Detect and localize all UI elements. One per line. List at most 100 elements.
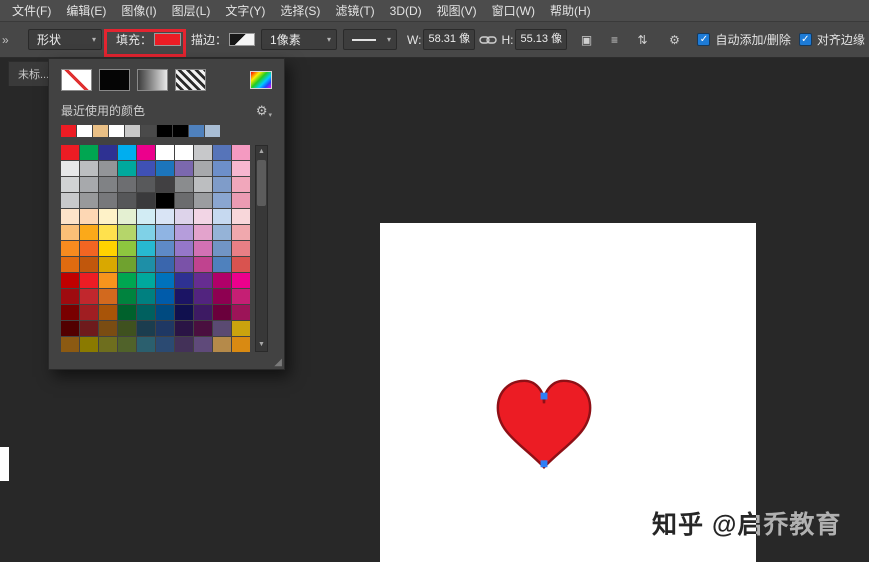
- color-swatch[interactable]: [99, 257, 117, 272]
- no-color-swatch[interactable]: [61, 69, 92, 91]
- color-swatch[interactable]: [99, 241, 117, 256]
- color-swatch[interactable]: [194, 177, 212, 192]
- color-swatch[interactable]: [61, 273, 79, 288]
- color-swatch[interactable]: [118, 225, 136, 240]
- solid-color-swatch[interactable]: [99, 69, 130, 91]
- recent-color-swatch[interactable]: [173, 125, 188, 137]
- color-swatch[interactable]: [232, 145, 250, 160]
- color-swatch[interactable]: [213, 225, 231, 240]
- color-swatch[interactable]: [99, 161, 117, 176]
- color-swatch[interactable]: [61, 209, 79, 224]
- color-swatch[interactable]: [61, 289, 79, 304]
- color-swatch[interactable]: [61, 305, 79, 320]
- color-swatch[interactable]: [232, 257, 250, 272]
- color-swatch[interactable]: [99, 225, 117, 240]
- tool-mode-select[interactable]: 形状 ▾: [28, 29, 102, 50]
- stroke-color-swatch[interactable]: [229, 33, 256, 46]
- scroll-down-icon[interactable]: ▼: [258, 339, 265, 351]
- color-swatch[interactable]: [175, 257, 193, 272]
- color-swatch[interactable]: [213, 321, 231, 336]
- color-swatch[interactable]: [80, 257, 98, 272]
- color-swatch[interactable]: [99, 193, 117, 208]
- resize-grip-icon[interactable]: ◢: [274, 357, 282, 368]
- menu-item[interactable]: 文件(F): [12, 2, 51, 19]
- color-picker-icon[interactable]: [250, 71, 272, 89]
- color-swatch[interactable]: [194, 321, 212, 336]
- color-swatch[interactable]: [194, 193, 212, 208]
- color-swatch[interactable]: [137, 209, 155, 224]
- color-swatch[interactable]: [175, 241, 193, 256]
- document-canvas[interactable]: [380, 223, 756, 562]
- color-swatch[interactable]: [175, 321, 193, 336]
- menu-item[interactable]: 编辑(E): [66, 2, 106, 19]
- color-swatch[interactable]: [99, 321, 117, 336]
- color-swatch[interactable]: [118, 273, 136, 288]
- color-swatch[interactable]: [80, 289, 98, 304]
- color-swatch[interactable]: [137, 305, 155, 320]
- scrollbar-track[interactable]: [256, 158, 267, 339]
- color-swatch[interactable]: [118, 289, 136, 304]
- color-swatch[interactable]: [137, 257, 155, 272]
- color-swatch[interactable]: [213, 337, 231, 352]
- recent-color-swatch[interactable]: [93, 125, 108, 137]
- color-swatch[interactable]: [213, 145, 231, 160]
- color-swatch[interactable]: [175, 289, 193, 304]
- color-swatch[interactable]: [194, 225, 212, 240]
- color-swatch[interactable]: [156, 257, 174, 272]
- color-swatch[interactable]: [213, 289, 231, 304]
- scrollbar-thumb[interactable]: [257, 160, 266, 206]
- color-swatch[interactable]: [118, 209, 136, 224]
- recent-color-swatch[interactable]: [61, 125, 76, 137]
- panel-settings-button[interactable]: ⚙ ▾: [256, 103, 272, 119]
- color-swatch[interactable]: [194, 337, 212, 352]
- color-swatch[interactable]: [156, 321, 174, 336]
- recent-color-swatch[interactable]: [125, 125, 140, 137]
- color-swatch[interactable]: [213, 193, 231, 208]
- color-swatch[interactable]: [137, 193, 155, 208]
- color-swatch[interactable]: [118, 321, 136, 336]
- color-swatch[interactable]: [194, 241, 212, 256]
- color-swatch[interactable]: [175, 225, 193, 240]
- color-swatch[interactable]: [61, 145, 79, 160]
- color-swatch[interactable]: [175, 337, 193, 352]
- color-swatch[interactable]: [80, 209, 98, 224]
- color-swatch[interactable]: [175, 145, 193, 160]
- color-swatch[interactable]: [156, 289, 174, 304]
- color-swatch[interactable]: [232, 337, 250, 352]
- menu-item[interactable]: 滤镜(T): [335, 2, 374, 19]
- width-input[interactable]: 58.31 像: [423, 29, 476, 50]
- color-swatch[interactable]: [213, 257, 231, 272]
- color-swatch[interactable]: [80, 337, 98, 352]
- color-swatch[interactable]: [156, 241, 174, 256]
- path-alignment-button[interactable]: ≡: [603, 29, 625, 51]
- auto-add-delete-checkbox[interactable]: ✓: [697, 33, 711, 46]
- color-swatch[interactable]: [137, 225, 155, 240]
- color-swatch[interactable]: [213, 161, 231, 176]
- color-swatch[interactable]: [175, 177, 193, 192]
- color-swatch[interactable]: [156, 193, 174, 208]
- color-swatch[interactable]: [118, 177, 136, 192]
- color-swatch[interactable]: [137, 337, 155, 352]
- color-swatch[interactable]: [213, 305, 231, 320]
- color-swatch[interactable]: [194, 145, 212, 160]
- recent-color-swatch[interactable]: [77, 125, 92, 137]
- stroke-width-select[interactable]: 1像素 ▾: [261, 29, 338, 50]
- color-swatch[interactable]: [156, 273, 174, 288]
- color-swatch[interactable]: [61, 177, 79, 192]
- tool-settings-button[interactable]: ⚙: [663, 29, 685, 51]
- color-swatch[interactable]: [232, 241, 250, 256]
- color-swatch[interactable]: [175, 193, 193, 208]
- color-swatch[interactable]: [232, 161, 250, 176]
- stroke-type-select[interactable]: ▾: [343, 29, 398, 50]
- recent-color-swatch[interactable]: [141, 125, 156, 137]
- color-swatch[interactable]: [61, 337, 79, 352]
- color-swatch[interactable]: [213, 273, 231, 288]
- color-swatch[interactable]: [61, 257, 79, 272]
- recent-color-swatch[interactable]: [205, 125, 220, 137]
- color-swatch[interactable]: [118, 257, 136, 272]
- color-swatch[interactable]: [99, 209, 117, 224]
- color-swatch[interactable]: [80, 225, 98, 240]
- color-swatch[interactable]: [213, 177, 231, 192]
- color-swatch[interactable]: [80, 193, 98, 208]
- color-swatch[interactable]: [80, 305, 98, 320]
